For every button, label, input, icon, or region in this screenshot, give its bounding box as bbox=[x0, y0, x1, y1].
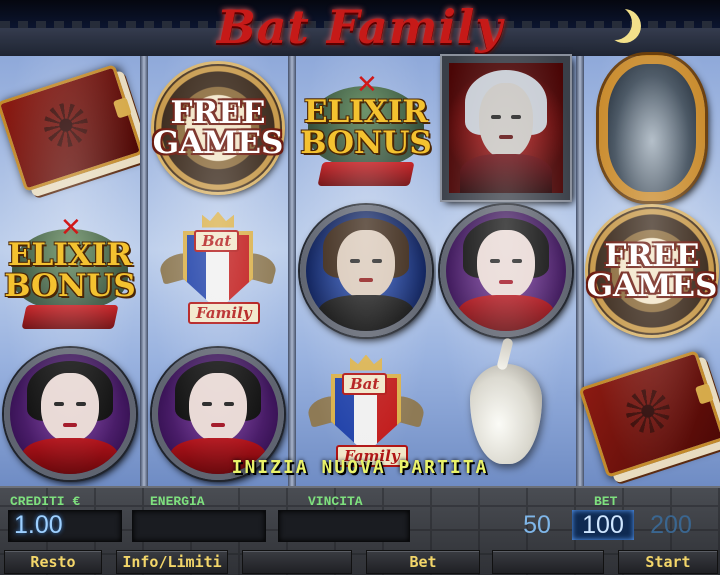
reel-separator bbox=[576, 56, 584, 486]
reel-4-cell-1 bbox=[436, 55, 576, 200]
bet-option-100[interactable]: 100 bbox=[572, 510, 634, 540]
bat-family-crest-icon: Bat Family bbox=[157, 208, 279, 334]
bet-option-200[interactable]: 200 bbox=[640, 510, 702, 540]
free-games-symbol: FREE GAMES bbox=[587, 206, 717, 335]
reel-4-cell-2 bbox=[436, 199, 576, 342]
reel-5-cell-1 bbox=[584, 54, 720, 201]
reel-separator bbox=[288, 56, 296, 486]
reel-3: ✕ ELIXIR BONUS Bat Family bbox=[296, 56, 436, 486]
resto-button[interactable]: Resto bbox=[4, 550, 102, 574]
blank-button bbox=[242, 550, 352, 574]
energy-display bbox=[132, 510, 266, 542]
reel-5: FREE GAMES bbox=[578, 54, 720, 486]
spellbook-icon bbox=[578, 349, 720, 478]
dracula-portrait-icon bbox=[442, 55, 570, 200]
elixir-bonus-symbol: ✕ ELIXIR BONUS bbox=[2, 211, 138, 331]
bet-label: BET bbox=[594, 494, 618, 509]
win-label: VINCITA bbox=[308, 494, 363, 509]
blank-button bbox=[492, 550, 604, 574]
free-games-symbol: FREE GAMES bbox=[153, 63, 283, 192]
bet-option-50[interactable]: 50 bbox=[506, 510, 568, 540]
vampire-woman-icon bbox=[4, 347, 136, 480]
control-panel: CREDITI € 1.00 ENERGIA VINCITA BET 50 10… bbox=[0, 486, 720, 575]
garlic-icon bbox=[470, 363, 542, 464]
reel-2: FREE GAMES Bat Family bbox=[148, 56, 288, 486]
reel-5-cell-2: FREE GAMES bbox=[584, 199, 720, 342]
start-button[interactable]: Start bbox=[618, 550, 718, 574]
credits-label: CREDITI € bbox=[10, 494, 81, 509]
reel-separator bbox=[140, 56, 148, 486]
info-limits-button[interactable]: Info/Limiti bbox=[116, 550, 228, 574]
reel-1: ✕ ELIXIR BONUS bbox=[0, 56, 144, 486]
game-logo: Bat Family bbox=[216, 0, 504, 54]
vampire-woman-icon bbox=[440, 204, 572, 337]
credits-value: 1.00 bbox=[14, 511, 63, 539]
reel-1-cell-2: ✕ ELIXIR BONUS bbox=[0, 199, 140, 342]
reel-3-cell-2 bbox=[296, 199, 436, 342]
vampire-man-icon bbox=[300, 204, 432, 337]
reel-4 bbox=[436, 55, 576, 486]
win-display bbox=[278, 510, 410, 542]
slot-game-screen: Bat Family ✕ ELIXIR BONUS FREE GAMES Bat… bbox=[0, 0, 720, 575]
reel-1-cell-3 bbox=[0, 342, 140, 485]
reel-5-cell-3 bbox=[578, 342, 720, 485]
reel-1-cell-1 bbox=[0, 56, 144, 199]
mirror-icon bbox=[599, 54, 705, 201]
reel-area: ✕ ELIXIR BONUS FREE GAMES Bat Family ✕ E… bbox=[0, 54, 720, 486]
reel-3-cell-1: ✕ ELIXIR BONUS bbox=[296, 56, 436, 199]
energy-label: ENERGIA bbox=[150, 494, 205, 509]
spellbook-icon bbox=[0, 63, 144, 192]
elixir-bonus-symbol: ✕ ELIXIR BONUS bbox=[298, 68, 434, 188]
crescent-moon-icon bbox=[598, 6, 632, 40]
reel-2-cell-1: FREE GAMES bbox=[148, 56, 288, 199]
bet-button[interactable]: Bet bbox=[366, 550, 480, 574]
reel-2-cell-2: Bat Family bbox=[148, 199, 288, 342]
status-message: INIZIA NUOVA PARTITA bbox=[231, 457, 489, 478]
